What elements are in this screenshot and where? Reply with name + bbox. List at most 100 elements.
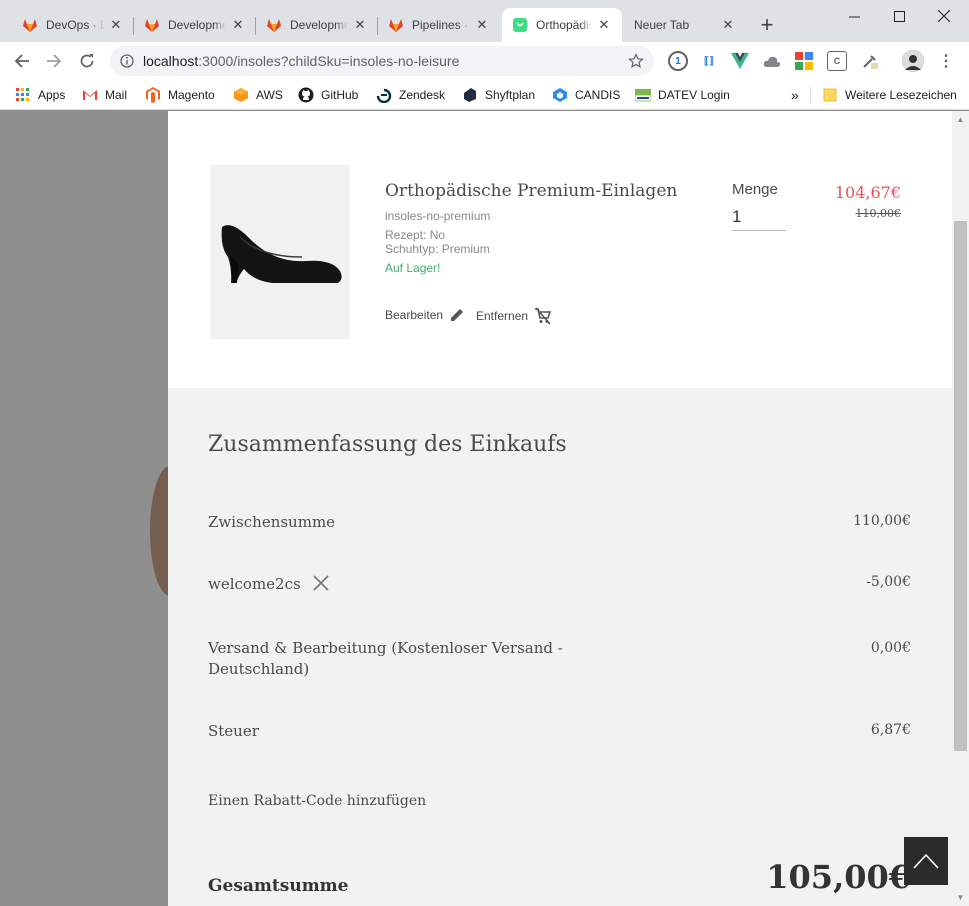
product-option-prescription: Rezept: No — [385, 228, 446, 242]
zendesk-icon — [376, 88, 392, 103]
extension-1password-icon[interactable]: 1 — [668, 51, 688, 71]
shipping-label: Versand & Bearbeitung (Kostenloser Versa… — [208, 639, 563, 678]
bookmark-apps[interactable]: Apps — [15, 85, 65, 105]
reload-button[interactable] — [75, 49, 99, 73]
total-label: Gesamtsumme — [208, 876, 349, 896]
product-option-shoe-type: Schuhtyp: Premium — [385, 242, 490, 256]
tab-development-1[interactable]: Developme ✕ — [134, 8, 256, 42]
chevron-up-icon — [913, 853, 939, 869]
minimize-button[interactable] — [831, 2, 877, 30]
profile-avatar[interactable] — [902, 50, 924, 72]
close-icon[interactable]: ✕ — [596, 17, 612, 33]
summary-title: Zusammenfassung des Einkaufs — [208, 432, 567, 457]
bookmark-label: Magento — [168, 88, 215, 102]
arrow-left-icon — [14, 54, 29, 68]
scrollbar-thumb[interactable] — [954, 221, 967, 751]
tab-title: Pipelines · — [412, 18, 469, 32]
close-icon[interactable]: ✕ — [108, 17, 124, 33]
bookmark-label: Weitere Lesezeichen — [845, 88, 957, 102]
bookmark-shyftplan[interactable]: Shyftplan — [462, 85, 535, 105]
scroll-up-arrow-icon[interactable]: ▲ — [956, 115, 965, 124]
maximize-button[interactable] — [876, 2, 922, 30]
close-icon — [938, 10, 950, 22]
browser-toolbar: localhost:3000/insoles?childSku=insoles-… — [0, 42, 969, 80]
bookmark-label: GitHub — [321, 88, 359, 102]
extension-devtools-icon[interactable]: ⟦⟧ — [699, 51, 719, 71]
url-path: :3000/insoles?childSku=insoles-no-leisur… — [198, 53, 460, 69]
edit-button[interactable]: Bearbeiten — [385, 307, 465, 323]
close-icon[interactable]: ✕ — [720, 17, 736, 33]
subtotal-value: 110,00€ — [853, 513, 911, 529]
product-thumbnail[interactable] — [210, 165, 350, 339]
bookmark-folder-other[interactable]: Weitere Lesezeichen — [822, 85, 957, 105]
pencil-icon — [451, 309, 464, 321]
tab-pipelines[interactable]: Pipelines · ✕ — [378, 8, 500, 42]
remove-cart-icon — [535, 307, 552, 325]
bookmark-aws[interactable]: AWS — [233, 85, 283, 105]
vue-icon — [731, 53, 749, 69]
product-name[interactable]: Orthopädische Premium-Einlagen — [385, 181, 677, 201]
arrow-right-icon — [47, 54, 62, 68]
order-summary: Zusammenfassung des Einkaufs Zwischensum… — [168, 388, 952, 906]
gitlab-icon — [389, 19, 403, 32]
new-tab-button[interactable]: + — [755, 14, 779, 38]
bookmark-mail[interactable]: Mail — [82, 85, 127, 105]
tax-label: Steuer — [208, 722, 259, 740]
extension-google-icon[interactable] — [794, 51, 814, 71]
extension-drive-icon[interactable] — [762, 51, 782, 71]
bookmark-magento[interactable]: Magento — [145, 85, 215, 105]
shyftplan-icon — [464, 88, 476, 102]
window-close-button[interactable] — [921, 2, 967, 30]
tab-new[interactable]: Neuer Tab ✕ — [624, 8, 746, 42]
coupon-label: welcome2cs — [208, 575, 301, 593]
tax-value: 6,87€ — [870, 722, 911, 738]
subtotal-label: Zwischensumme — [208, 513, 336, 531]
tab-title: Orthopädis — [536, 18, 592, 32]
forward-button[interactable] — [42, 49, 66, 73]
github-icon — [298, 87, 314, 103]
extension-eyedropper-icon[interactable] — [860, 51, 880, 71]
bookmark-candis[interactable]: CANDIS — [552, 85, 620, 105]
menu-kebab-icon[interactable]: ⋮ — [936, 51, 956, 71]
tab-devops[interactable]: DevOps · B ✕ — [12, 8, 134, 42]
scroll-down-arrow-icon[interactable]: ▼ — [956, 893, 965, 902]
bookmark-github[interactable]: GitHub — [298, 85, 358, 105]
add-discount-code-link[interactable]: Einen Rabatt-Code hinzufügen — [208, 793, 426, 809]
bookmarks-overflow-button[interactable]: » — [791, 85, 799, 105]
quantity-input[interactable] — [732, 203, 786, 231]
cloud-icon — [763, 56, 781, 67]
star-icon[interactable] — [628, 53, 644, 69]
close-icon[interactable]: ✕ — [352, 17, 368, 33]
page-viewport: Orthopädische Premium-Einlagen insoles-n… — [0, 111, 969, 906]
address-bar[interactable]: localhost:3000/insoles?childSku=insoles-… — [110, 46, 654, 76]
tab-title: Developme — [290, 18, 348, 32]
remove-coupon-icon[interactable] — [312, 574, 330, 592]
shipping-value: 0,00€ — [870, 640, 911, 656]
extension-vue-icon[interactable] — [730, 51, 750, 71]
shoe-image — [221, 225, 342, 283]
bookmark-datev[interactable]: DATEV Login — [635, 85, 730, 105]
maximize-icon — [893, 10, 905, 22]
back-to-top-button[interactable] — [904, 837, 948, 885]
bookmark-label: Apps — [38, 88, 66, 102]
extension-c-icon[interactable]: C — [827, 51, 847, 71]
stock-status: Auf Lager! — [385, 261, 441, 275]
bookmark-zendesk[interactable]: Zendesk — [376, 85, 445, 105]
page-scrollbar[interactable]: ▲ ▼ — [952, 111, 969, 906]
minimize-icon — [848, 16, 860, 17]
datev-icon — [635, 89, 651, 102]
magento-icon — [146, 87, 160, 103]
product-old-price: 110,00€ — [855, 207, 902, 220]
back-button[interactable] — [10, 49, 34, 73]
chevron-double-right-icon: » — [791, 87, 799, 103]
tab-orthopaedic-active[interactable]: Orthopädis ✕ — [502, 8, 622, 42]
close-icon[interactable]: ✕ — [474, 17, 490, 33]
folder-icon — [823, 88, 837, 102]
close-icon[interactable]: ✕ — [230, 17, 246, 33]
remove-button[interactable]: Entfernen — [476, 307, 552, 325]
info-icon — [120, 54, 134, 68]
coupon-value: -5,00€ — [866, 574, 911, 590]
tab-development-2[interactable]: Developme ✕ — [256, 8, 378, 42]
bookmarks-divider — [810, 87, 811, 103]
tab-title: Developme — [168, 18, 226, 32]
